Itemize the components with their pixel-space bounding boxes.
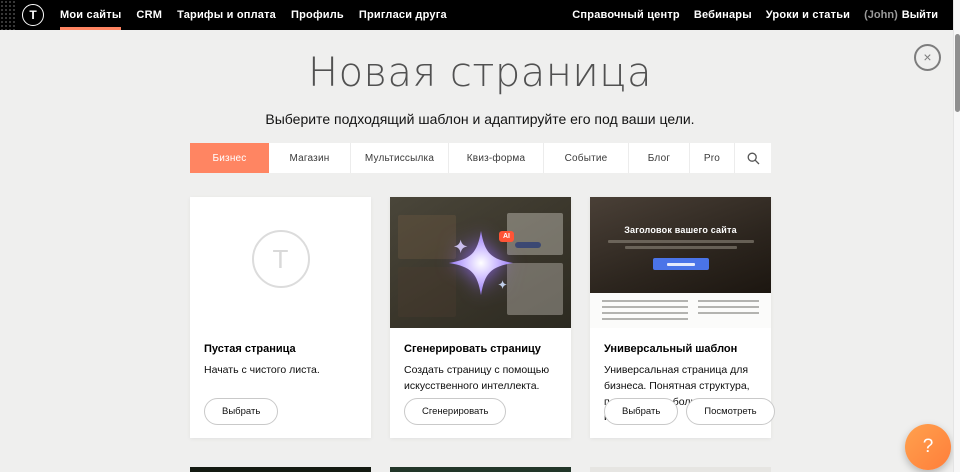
scrollbar-thumb[interactable]: [955, 34, 960, 112]
tab-event[interactable]: Событие: [544, 143, 629, 173]
nav-profile[interactable]: Профиль: [291, 0, 344, 30]
scrollbar-track[interactable]: [953, 0, 960, 472]
tilda-logo[interactable]: T: [22, 4, 44, 26]
ai-badge: AI: [499, 231, 514, 242]
preview-text-line: [625, 246, 737, 249]
preview-paragraph: [602, 300, 688, 322]
halftone-pattern: [0, 0, 16, 30]
preview-cta-button: [653, 258, 709, 270]
card-description: Создать страницу с помощью искусственног…: [404, 363, 557, 395]
nav-webinars[interactable]: Вебинары: [694, 0, 752, 30]
next-row-card-preview: [590, 467, 771, 472]
page-subtitle: Выберите подходящий шаблон и адаптируйте…: [0, 111, 960, 127]
secondary-nav: Справочный центр Вебинары Уроки и статьи…: [558, 0, 960, 30]
template-category-tabs: Бизнес Магазин Мультиссылка Квиз-форма С…: [190, 143, 771, 173]
nav-pricing[interactable]: Тарифы и оплата: [177, 0, 276, 30]
select-blank-button[interactable]: Выбрать: [204, 398, 278, 425]
help-button[interactable]: ?: [905, 424, 951, 470]
close-icon[interactable]: ×: [914, 44, 941, 71]
preview-text-line: [608, 240, 754, 243]
tab-search[interactable]: [735, 143, 771, 173]
nav-lessons[interactable]: Уроки и статьи: [766, 0, 850, 30]
view-universal-button[interactable]: Посмотреть: [686, 398, 774, 425]
card-description: Начать с чистого листа.: [204, 363, 357, 379]
next-row-card-preview: [390, 467, 571, 472]
card-title: Пустая страница: [204, 343, 357, 355]
preview-paragraph: [698, 300, 759, 316]
tab-shop[interactable]: Магазин: [269, 143, 351, 173]
preview-hero-heading: Заголовок вашего сайта: [624, 225, 737, 235]
nav-my-sites[interactable]: Мои сайты: [60, 0, 121, 30]
page-title: Новая страница: [0, 50, 960, 96]
tab-quiz-form[interactable]: Квиз-форма: [449, 143, 544, 173]
tilda-logo-letter: T: [29, 8, 36, 22]
nav-crm[interactable]: CRM: [136, 0, 162, 30]
ai-generate-preview: AI: [390, 197, 571, 328]
search-icon: [747, 152, 760, 165]
tab-blog[interactable]: Блог: [629, 143, 690, 173]
user-name: (John): [864, 9, 898, 21]
nav-help-center[interactable]: Справочный центр: [572, 0, 680, 30]
tab-multilink[interactable]: Мультиссылка: [351, 143, 449, 173]
template-card-universal: Заголовок вашего сайта Универсальный шаб…: [590, 197, 771, 438]
tilda-circle-logo-icon: T: [252, 230, 310, 288]
tab-business[interactable]: Бизнес: [190, 143, 269, 173]
tab-pro[interactable]: Pro: [690, 143, 735, 173]
preview-hero: Заголовок вашего сайта: [590, 197, 771, 293]
user-area: (John) Выйти: [864, 9, 938, 21]
topbar: T Мои сайты CRM Тарифы и оплата Профиль …: [0, 0, 960, 30]
main-nav: Мои сайты CRM Тарифы и оплата Профиль Пр…: [60, 0, 462, 30]
next-row-card-preview: [190, 467, 371, 472]
universal-template-preview: Заголовок вашего сайта: [590, 197, 771, 328]
template-card-ai: AI Сгенерировать страницу Создать страни…: [390, 197, 571, 438]
generate-button[interactable]: Сгенерировать: [404, 398, 506, 425]
card-title: Универсальный шаблон: [604, 343, 757, 355]
select-universal-button[interactable]: Выбрать: [604, 398, 678, 425]
preview-text-section: [590, 293, 771, 328]
card-title: Сгенерировать страницу: [404, 343, 557, 355]
template-card-blank: T Пустая страница Начать с чистого листа…: [190, 197, 371, 438]
logout-link[interactable]: Выйти: [902, 9, 938, 21]
nav-invite-friend[interactable]: Пригласи друга: [359, 0, 447, 30]
blank-page-preview: T: [190, 197, 371, 328]
